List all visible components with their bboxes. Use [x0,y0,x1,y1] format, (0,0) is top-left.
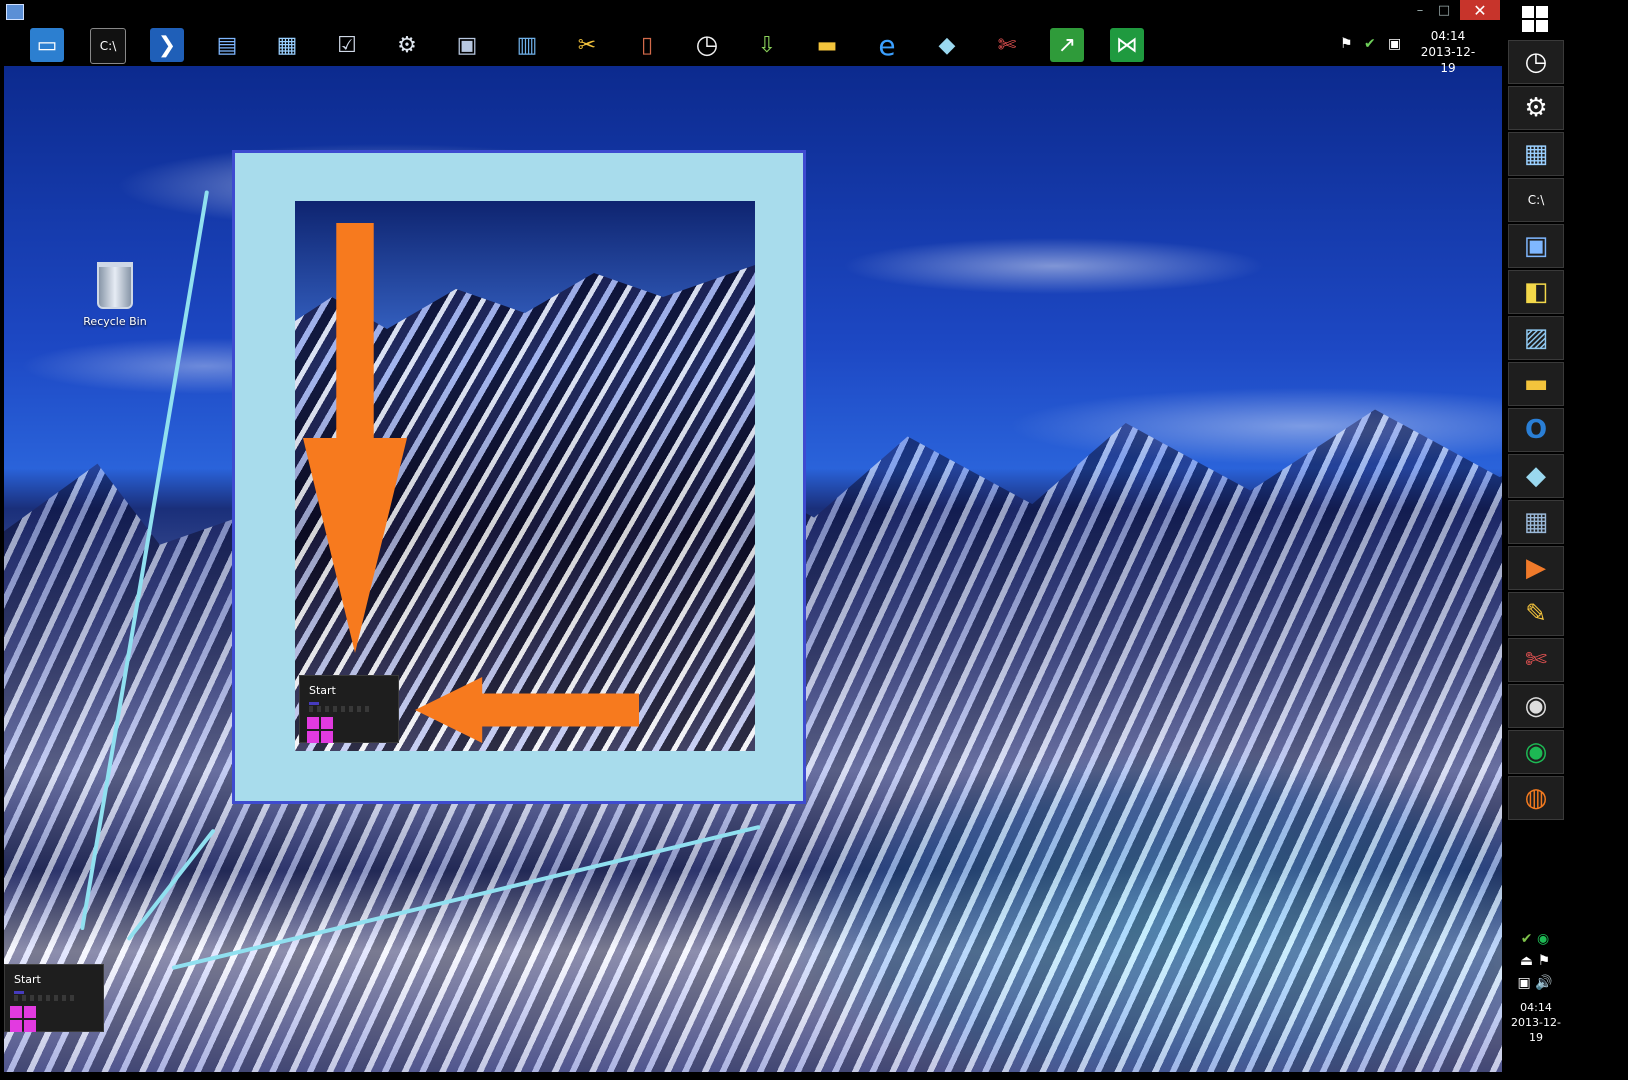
right-tray-icons: ✔ ◉ ⏏ ⚑ ▣ 🔊 [1508,928,1562,994]
right-clock-date: 2013-12-19 [1511,1016,1561,1044]
media-player-icon[interactable]: ▶ [1508,546,1564,590]
eraser-icon[interactable]: ◆ [1508,454,1564,498]
eraser-icon[interactable]: ◆ [930,28,964,62]
spotify-tray-icon[interactable]: ◉ [1537,931,1549,947]
tray-row-3: ▣ 🔊 [1508,972,1562,994]
snipping-tool-icon[interactable]: ✄ [990,28,1024,62]
network-tray-icon[interactable]: ▣ [1517,975,1530,991]
recycle-bin-label: Recycle Bin [83,315,147,328]
zoom-inset-frame: Start [232,150,806,804]
folder-icon[interactable]: ▬ [810,28,844,62]
command-prompt-icon[interactable]: C:\ [1508,178,1564,222]
network-icon[interactable]: ▤ [210,28,244,62]
firefox-icon[interactable]: ◍ [1508,776,1564,820]
command-prompt-icon[interactable]: C:\ [90,28,126,64]
volume-tray-icon[interactable]: 🔊 [1535,975,1552,991]
right-clock-time: 04:14 [1520,1001,1552,1014]
snipping-tool-icon[interactable]: ✄ [1508,638,1564,682]
start-tile-dots [14,991,74,1001]
maximize-button[interactable]: □ [1434,0,1454,20]
inset-start-tile-dots [309,702,369,712]
network-icon[interactable]: ▦ [1508,132,1564,176]
internet-explorer-icon[interactable]: e [870,28,904,62]
tray-row-1: ✔ ◉ [1508,928,1562,950]
action-center-flag-icon[interactable]: ⚑ [1340,36,1353,52]
device-icon[interactable]: ▯ [630,28,664,62]
close-button[interactable]: ✕ [1460,0,1500,20]
tray-row-2: ⏏ ⚑ [1508,950,1562,972]
zoom-inset-image: Start [295,201,755,751]
tools-icon[interactable]: ✂ [570,28,604,62]
network-tray-icon[interactable]: ▣ [1388,36,1401,52]
clock-icon[interactable]: ◷ [690,28,724,62]
computer-icon[interactable]: ▣ [1508,224,1564,268]
calculator-icon[interactable]: ▦ [1508,500,1564,544]
remote-desktop-icon[interactable]: ▦ [270,28,304,62]
package-icon[interactable]: ▥ [510,28,544,62]
computer-tools-icon[interactable]: ▣ [450,28,484,62]
window-app-icon[interactable] [6,4,24,20]
start-tile-label: Start [14,973,41,986]
security-shield-icon[interactable]: ✔ [1364,36,1376,52]
task-checklist-icon[interactable]: ☑ [330,28,364,62]
performance-icon[interactable]: ↗ [1050,28,1084,62]
powershell-icon[interactable]: ❯ [150,28,184,62]
flag-tray-icon[interactable]: ⚑ [1538,953,1551,969]
gear-icon[interactable]: ⚙ [390,28,424,62]
spotify-icon[interactable]: ◉ [1508,730,1564,774]
windows-logo-icon[interactable] [10,1006,36,1032]
nvidia-tray-icon[interactable]: ✔ [1521,931,1533,947]
paint-icon[interactable]: ✎ [1508,592,1564,636]
top-taskbar: – □ ✕ ▭ C:\ ❯ ▤ ▦ ☑ ⚙ ▣ ▥ ✂ ▯ ◷ ⇩ ▬ e ◆ … [0,0,1628,75]
right-clock[interactable]: 04:14 2013-12-19 [1506,1000,1566,1045]
gear-icon[interactable]: ⚙ [1508,86,1564,130]
clock-icon[interactable]: ◷ [1508,40,1564,84]
top-clock-date: 2013-12-19 [1420,45,1476,75]
picture-icon[interactable]: ▨ [1508,316,1564,360]
arrow-left-icon [415,677,639,743]
visual-studio-icon[interactable]: ⋈ [1110,28,1144,62]
file-explorer-icon[interactable]: ▬ [1508,362,1564,406]
recycle-bin[interactable]: Recycle Bin [80,262,150,328]
right-taskbar: ◷ ⚙ ▦ C:\ ▣ ◧ ▨ ▬ O ◆ ▦ ▶ ✎ ✄ ◉ ◉ ◍ ✔ ◉ … [1502,0,1568,1080]
top-clock-time: 04:14 [1430,29,1466,43]
inset-start-tile-label: Start [309,684,336,697]
outlook-icon[interactable]: O [1508,408,1564,452]
explorer-window-icon[interactable]: ▭ [30,28,64,62]
minimize-button[interactable]: – [1410,0,1430,20]
steam-icon[interactable]: ◉ [1508,684,1564,728]
usb-tray-icon[interactable]: ⏏ [1520,953,1533,969]
recycle-bin-icon [97,262,133,309]
download-icon[interactable]: ⇩ [750,28,784,62]
folder-icon[interactable]: ◧ [1508,270,1564,314]
inset-windows-logo-icon [307,717,333,743]
start-button[interactable] [1522,6,1548,32]
top-clock[interactable]: 04:14 2013-12-19 [1418,28,1478,76]
